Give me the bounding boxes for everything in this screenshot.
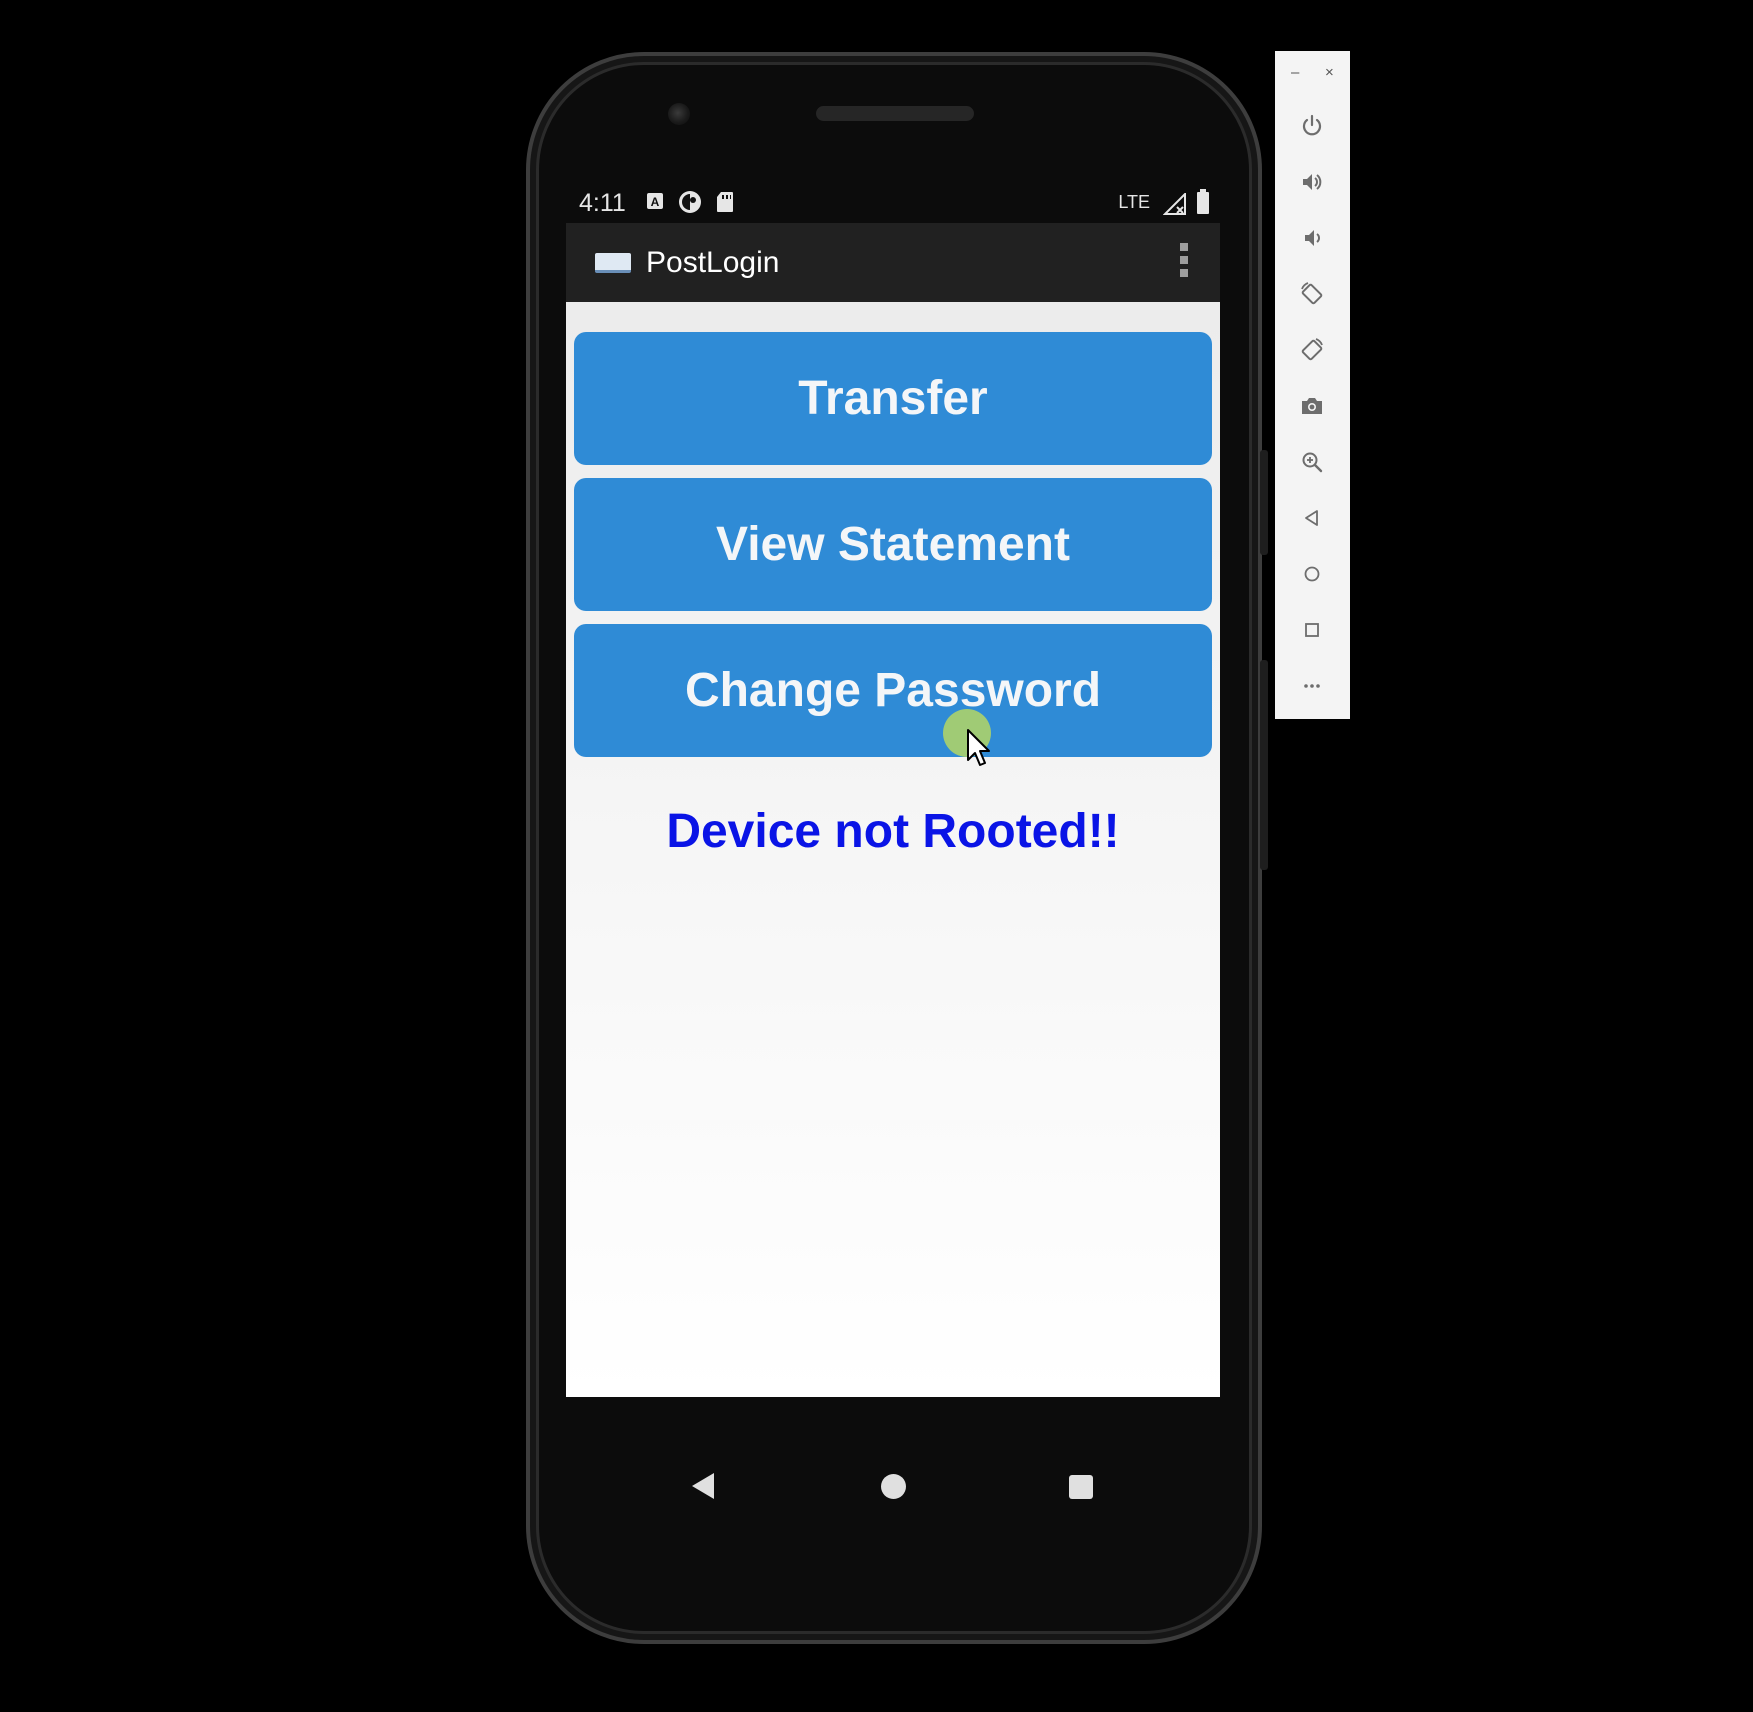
volume-side-button [1260, 660, 1268, 870]
overflow-menu-icon[interactable] [1178, 243, 1190, 283]
svg-text:A: A [651, 195, 660, 209]
a-notification-icon: A [646, 192, 664, 215]
network-type: LTE [1118, 192, 1150, 212]
more-icon[interactable] [1298, 672, 1326, 700]
app-bar: PostLogin [566, 223, 1220, 302]
power-icon[interactable] [1298, 112, 1326, 140]
rotate-right-icon[interactable] [1298, 336, 1326, 364]
close-icon[interactable]: × [1325, 65, 1334, 80]
change-password-button[interactable]: Change Password [574, 624, 1212, 757]
power-side-button [1260, 450, 1268, 555]
status-bar: 4:11 A LTE [566, 183, 1220, 223]
minimize-icon[interactable]: – [1291, 65, 1299, 80]
mouse-cursor-icon [966, 728, 992, 773]
app-title: PostLogin [646, 246, 780, 279]
earpiece-speaker [816, 106, 974, 121]
home-icon[interactable] [881, 1474, 906, 1499]
circle-half-icon [678, 190, 702, 219]
home-icon[interactable] [1298, 560, 1326, 588]
app-logo-icon [595, 253, 631, 273]
camera-icon[interactable] [1298, 392, 1326, 420]
recents-icon[interactable] [1069, 1475, 1093, 1499]
back-icon[interactable] [1298, 504, 1326, 532]
rotate-left-icon[interactable] [1298, 280, 1326, 308]
view-statement-button[interactable]: View Statement [574, 478, 1212, 611]
main-content: Transfer View Statement Change Password … [566, 302, 1220, 1397]
emulator-toolbar: – × [1275, 51, 1350, 719]
sd-card-icon [716, 191, 734, 218]
volume-down-icon[interactable] [1298, 224, 1326, 252]
nav-bar [566, 1397, 1220, 1577]
volume-up-icon[interactable] [1298, 168, 1326, 196]
root-status-message: Device not Rooted!! [666, 805, 1120, 858]
back-icon[interactable] [690, 1471, 716, 1506]
transfer-button[interactable]: Transfer [574, 332, 1212, 465]
zoom-icon[interactable] [1298, 448, 1326, 476]
status-time: 4:11 [579, 189, 626, 217]
battery-icon [1196, 189, 1210, 220]
front-camera [668, 103, 690, 125]
overview-icon[interactable] [1298, 616, 1326, 644]
signal-icon [1162, 191, 1187, 220]
